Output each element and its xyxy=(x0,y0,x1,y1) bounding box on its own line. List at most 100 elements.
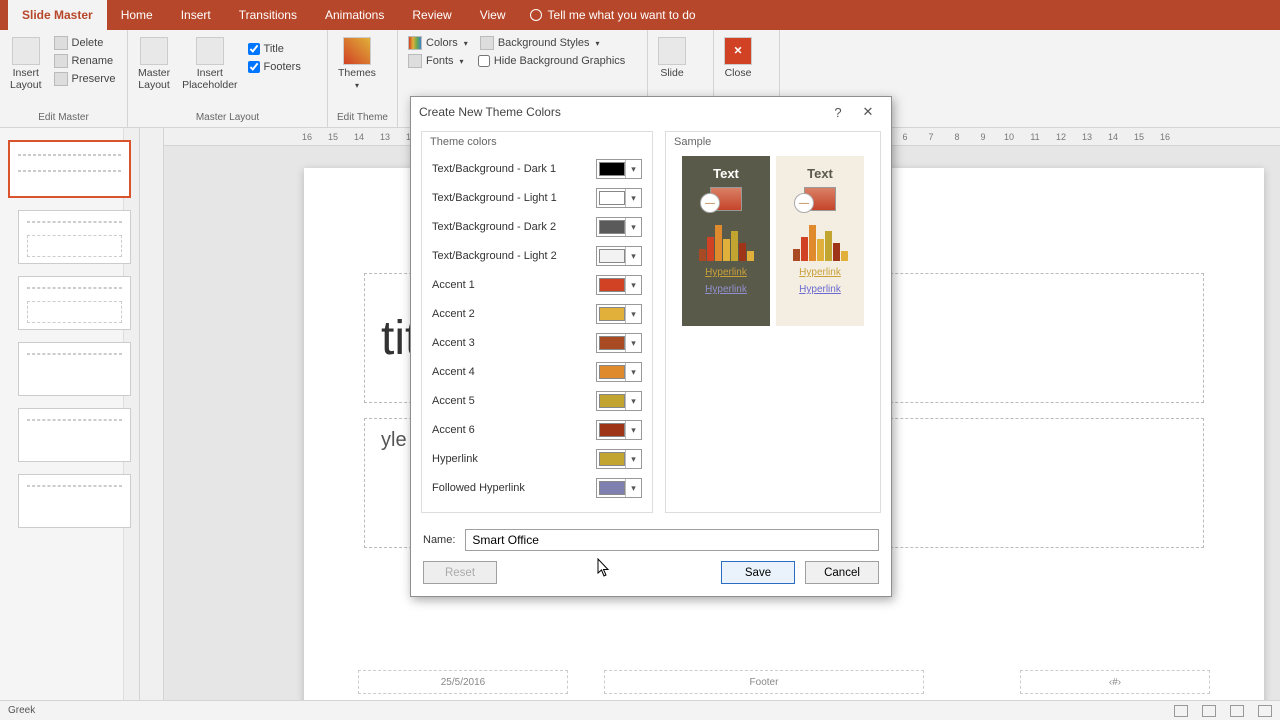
close-dialog-button[interactable]: ✕ xyxy=(853,104,883,120)
footers-checkbox[interactable]: Footers xyxy=(246,59,303,75)
theme-color-row: Followed Hyperlink ▾ xyxy=(432,473,642,502)
insert-layout-icon xyxy=(12,37,40,65)
color-swatch xyxy=(599,481,625,495)
color-picker-button[interactable]: ▾ xyxy=(596,391,642,411)
color-swatch xyxy=(599,365,625,379)
color-picker-button[interactable]: ▾ xyxy=(596,304,642,324)
create-theme-colors-dialog: Create New Theme Colors ? ✕ Theme colors… xyxy=(410,96,892,597)
reset-button[interactable]: Reset xyxy=(423,561,497,584)
color-swatch xyxy=(599,278,625,292)
color-picker-button[interactable]: ▾ xyxy=(596,362,642,382)
hide-bg-checkbox[interactable]: Hide Background Graphics xyxy=(476,53,627,69)
cancel-button[interactable]: Cancel xyxy=(805,561,879,584)
view-sorter-button[interactable] xyxy=(1202,705,1216,717)
colors-dropdown[interactable]: Colors▾ xyxy=(404,35,472,51)
dialog-title: Create New Theme Colors xyxy=(419,105,561,119)
colors-icon xyxy=(408,36,422,50)
chevron-down-icon: ▾ xyxy=(625,363,641,381)
slide-thumb-layout[interactable] xyxy=(18,210,131,264)
chevron-down-icon: ▾ xyxy=(625,189,641,207)
insert-placeholder-button[interactable]: Insert Placeholder xyxy=(178,33,241,91)
chevron-down-icon: ▾ xyxy=(625,450,641,468)
tab-view[interactable]: View xyxy=(466,0,520,30)
fonts-dropdown[interactable]: Fonts▾ xyxy=(404,53,472,69)
group-label-edit-theme: Edit Theme xyxy=(334,110,391,127)
insert-layout-button[interactable]: Insert Layout xyxy=(6,33,46,91)
tab-home[interactable]: Home xyxy=(107,0,167,30)
slide-thumb-layout[interactable] xyxy=(18,474,131,528)
delete-button[interactable]: Delete xyxy=(50,35,120,51)
theme-color-row: Hyperlink ▾ xyxy=(432,444,642,473)
color-picker-button[interactable]: ▾ xyxy=(596,420,642,440)
color-swatch xyxy=(599,249,625,263)
chevron-down-icon: ▾ xyxy=(596,39,600,48)
tab-slide-master[interactable]: Slide Master xyxy=(8,0,107,30)
view-reading-button[interactable] xyxy=(1230,705,1244,717)
color-label: Text/Background - Dark 2 xyxy=(432,221,556,233)
tab-review[interactable]: Review xyxy=(398,0,465,30)
theme-color-row: Text/Background - Dark 2 ▾ xyxy=(432,212,642,241)
color-swatch xyxy=(599,423,625,437)
color-label: Accent 5 xyxy=(432,395,475,407)
color-picker-button[interactable]: ▾ xyxy=(596,449,642,469)
master-layout-button[interactable]: Master Layout xyxy=(134,33,174,91)
color-label: Followed Hyperlink xyxy=(432,482,525,494)
save-button[interactable]: Save xyxy=(721,561,795,584)
view-normal-button[interactable] xyxy=(1174,705,1188,717)
slide-thumb-layout[interactable] xyxy=(18,408,131,462)
chevron-down-icon: ▾ xyxy=(625,247,641,265)
preserve-button[interactable]: Preserve xyxy=(50,71,120,87)
insert-placeholder-icon xyxy=(196,37,224,65)
color-swatch xyxy=(599,191,625,205)
chevron-down-icon: ▾ xyxy=(460,57,464,66)
preserve-icon xyxy=(54,72,68,86)
view-slideshow-button[interactable] xyxy=(1258,705,1272,717)
title-checkbox[interactable]: Title xyxy=(246,41,303,57)
theme-name-input[interactable] xyxy=(465,529,879,551)
tab-animations[interactable]: Animations xyxy=(311,0,398,30)
lightbulb-icon xyxy=(530,9,542,21)
color-picker-button[interactable]: ▾ xyxy=(596,275,642,295)
chevron-down-icon: ▾ xyxy=(625,160,641,178)
chevron-down-icon: ▾ xyxy=(625,276,641,294)
background-styles-dropdown[interactable]: Background Styles▾ xyxy=(476,35,627,51)
help-button[interactable]: ? xyxy=(823,105,853,120)
color-picker-button[interactable]: ▾ xyxy=(596,188,642,208)
tell-me-search[interactable]: Tell me what you want to do xyxy=(520,0,706,30)
themes-button[interactable]: Themes ▾ xyxy=(334,33,380,90)
color-label: Accent 2 xyxy=(432,308,475,320)
theme-color-row: Text/Background - Light 2 ▾ xyxy=(432,241,642,270)
slide-size-button[interactable]: Slide xyxy=(654,33,690,79)
chevron-down-icon: ▾ xyxy=(625,392,641,410)
slide-thumb-layout[interactable] xyxy=(18,342,131,396)
status-language[interactable]: Greek xyxy=(8,705,35,716)
color-picker-button[interactable]: ▾ xyxy=(596,159,642,179)
fonts-icon xyxy=(408,54,422,68)
color-picker-button[interactable]: ▾ xyxy=(596,217,642,237)
tab-transitions[interactable]: Transitions xyxy=(225,0,311,30)
color-label: Text/Background - Light 1 xyxy=(432,192,557,204)
slide-thumbnails-panel[interactable] xyxy=(0,128,140,700)
color-picker-button[interactable]: ▾ xyxy=(596,246,642,266)
close-master-button[interactable]: ✕ Close xyxy=(720,33,756,79)
date-placeholder[interactable]: 25/5/2016 xyxy=(358,670,568,694)
color-label: Text/Background - Dark 1 xyxy=(432,163,556,175)
slide-thumb-layout[interactable] xyxy=(18,276,131,330)
color-label: Accent 3 xyxy=(432,337,475,349)
vertical-ruler xyxy=(140,128,164,700)
sample-preview-light: Text — Hyperlink Hyperlink xyxy=(776,156,864,326)
theme-color-row: Accent 2 ▾ xyxy=(432,299,642,328)
color-swatch xyxy=(599,336,625,350)
color-label: Accent 1 xyxy=(432,279,475,291)
footer-placeholder[interactable]: Footer xyxy=(604,670,924,694)
chevron-down-icon: ▾ xyxy=(355,81,359,90)
status-bar: Greek xyxy=(0,700,1280,720)
color-picker-button[interactable]: ▾ xyxy=(596,333,642,353)
slide-size-icon xyxy=(658,37,686,65)
group-label-edit-master: Edit Master xyxy=(6,110,121,127)
rename-button[interactable]: Rename xyxy=(50,53,120,69)
color-picker-button[interactable]: ▾ xyxy=(596,478,642,498)
slide-number-placeholder[interactable]: ‹#› xyxy=(1020,670,1210,694)
slide-thumb-master[interactable] xyxy=(8,140,131,198)
tab-insert[interactable]: Insert xyxy=(167,0,225,30)
